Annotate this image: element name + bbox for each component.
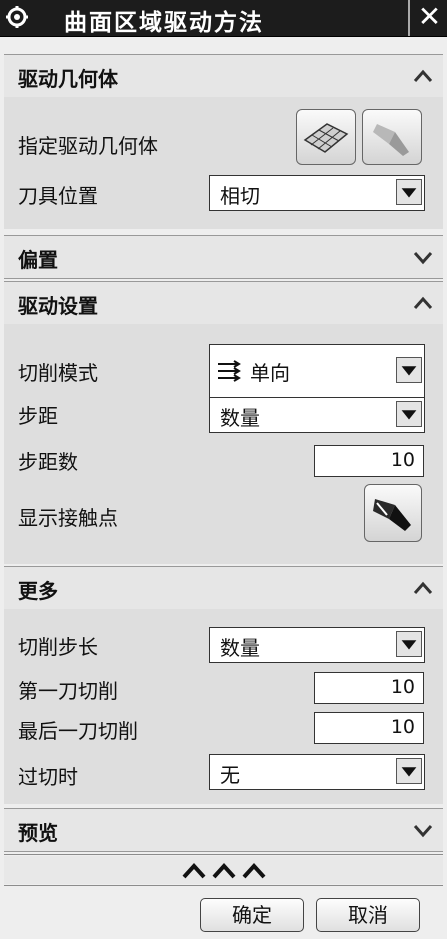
section-header-preview[interactable]: 预览	[4, 808, 443, 852]
chevron-down-icon[interactable]	[396, 401, 422, 427]
section-body-more: 切削步长 数量 第一刀切削 10 最后一刀切削 10 过切时 无	[4, 609, 443, 804]
flashlight-icon	[373, 499, 411, 531]
stepover-count-input[interactable]: 10	[314, 445, 424, 477]
unidirectional-cut-icon	[218, 360, 241, 382]
first-cut-input[interactable]: 10	[314, 672, 424, 704]
show-contact-points-button[interactable]	[364, 484, 422, 542]
chevron-down-icon[interactable]	[396, 357, 422, 383]
surface-area-drive-dialog: 曲面区域驱动方法 ✕ 驱动几何体 指定驱动几何体 刀具位置 相切 偏置 驱动设置…	[0, 0, 447, 939]
close-button[interactable]: ✕	[408, 0, 447, 36]
title-bar[interactable]: 曲面区域驱动方法 ✕	[0, 0, 447, 37]
flashlight-icon	[373, 124, 409, 156]
stepover-label: 步距	[18, 404, 58, 428]
section-title: 更多	[18, 579, 58, 603]
gear-icon[interactable]	[6, 6, 28, 28]
chevron-up-icon[interactable]	[403, 567, 443, 609]
divider	[4, 885, 443, 886]
divider	[4, 854, 443, 855]
section-header-drive-geometry[interactable]: 驱动几何体	[4, 54, 443, 98]
cut-step-label: 切削步长	[18, 635, 98, 659]
section-title: 驱动设置	[18, 294, 98, 318]
ok-button[interactable]: 确定	[200, 898, 304, 932]
specify-drive-geometry-label: 指定驱动几何体	[18, 134, 158, 158]
last-cut-input[interactable]: 10	[314, 712, 424, 744]
chevron-down-icon[interactable]	[403, 236, 443, 278]
tool-position-label: 刀具位置	[18, 184, 98, 208]
section-title: 偏置	[18, 248, 58, 272]
chevron-down-icon[interactable]	[403, 809, 443, 851]
stepover-count-label: 步距数	[18, 450, 78, 474]
triple-chevron-up-icon	[182, 863, 266, 879]
section-title: 驱动几何体	[18, 67, 118, 91]
section-title: 预览	[18, 821, 58, 845]
tool-position-select[interactable]: 相切	[209, 175, 425, 211]
select-surface-button[interactable]	[296, 109, 356, 165]
cut-step-select[interactable]: 数量	[209, 627, 425, 663]
cancel-button[interactable]: 取消	[316, 898, 420, 932]
first-cut-label: 第一刀切削	[18, 679, 118, 703]
chevron-up-icon[interactable]	[403, 282, 443, 324]
overcut-label: 过切时	[18, 765, 78, 789]
show-drive-geometry-button[interactable]	[362, 109, 422, 165]
cut-mode-select[interactable]: 单向	[209, 344, 425, 398]
chevron-down-icon[interactable]	[396, 631, 422, 657]
section-header-drive-settings[interactable]: 驱动设置	[4, 281, 443, 325]
cut-step-value: 数量	[220, 636, 260, 660]
chevron-up-icon[interactable]	[403, 55, 443, 97]
chevron-down-icon[interactable]	[396, 758, 422, 784]
surface-grid-icon	[303, 123, 349, 153]
show-contact-points-label: 显示接触点	[18, 506, 118, 530]
cut-mode-label: 切削模式	[18, 361, 98, 385]
overcut-value: 无	[220, 763, 240, 787]
section-body-drive-geometry: 指定驱动几何体 刀具位置 相切	[4, 97, 443, 229]
tool-position-value: 相切	[220, 184, 260, 208]
more-options-bar[interactable]	[4, 856, 443, 884]
overcut-select[interactable]: 无	[209, 754, 425, 790]
section-header-more[interactable]: 更多	[4, 566, 443, 610]
window-title: 曲面区域驱动方法	[64, 10, 264, 36]
stepover-value: 数量	[220, 406, 260, 430]
section-body-drive-settings: 切削模式 单向 步距 数量 步距数 10 显示接触点	[4, 324, 443, 564]
last-cut-label: 最后一刀切削	[18, 719, 138, 743]
section-header-offset[interactable]: 偏置	[4, 235, 443, 279]
chevron-down-icon[interactable]	[396, 179, 422, 205]
cut-mode-value: 单向	[250, 361, 290, 385]
stepover-select[interactable]: 数量	[209, 397, 425, 433]
